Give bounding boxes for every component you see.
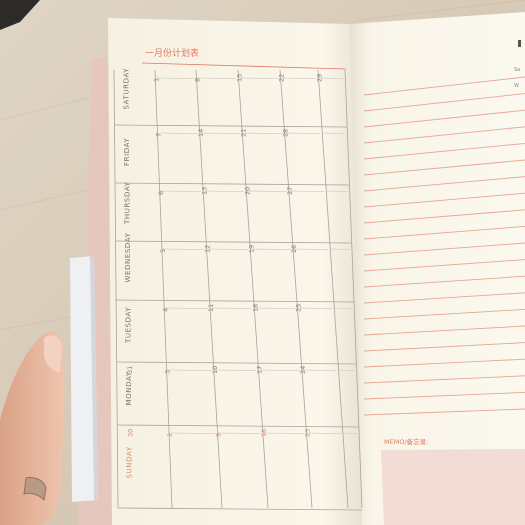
weekday-label: WEDNESDAY (124, 232, 132, 282)
weekday-label: TUESDAY (124, 307, 132, 344)
date-number: 20 (243, 187, 251, 195)
date-number: 17 (256, 366, 264, 374)
date-number: 18 (251, 304, 259, 312)
date-number: 15 (236, 74, 244, 82)
date-number: 5 (159, 249, 167, 253)
weekday-label: SATURDAY (122, 68, 130, 110)
date-number: 28 (282, 129, 290, 137)
date-number: 22 (278, 74, 286, 82)
date-number: 29 (316, 74, 324, 82)
edge-text-1: Sa (514, 67, 520, 73)
date-number: 21 (239, 129, 247, 137)
date-number: 31 (126, 366, 134, 374)
date-number: 2 (166, 433, 174, 437)
date-number: 25 (295, 304, 303, 312)
date-number: 10 (211, 366, 219, 374)
date-number: 9 (215, 433, 223, 437)
date-number: 1 (152, 78, 160, 82)
memo-box (381, 449, 525, 525)
date-number: 16 (260, 429, 268, 437)
date-number: 24 (299, 366, 307, 374)
date-number: 27 (286, 187, 294, 195)
date-number: 11 (207, 304, 215, 312)
date-number: 13 (200, 187, 208, 195)
right-page (350, 12, 525, 525)
date-number: 26 (290, 245, 298, 253)
weekday-label: MONDAY (125, 371, 133, 405)
planner-title: 一月份计划表 (145, 47, 199, 59)
left-page (108, 18, 362, 525)
date-number: 23 (304, 429, 312, 437)
date-number: 14 (197, 129, 205, 137)
date-number: 4 (161, 308, 169, 312)
weekday-label: FRIDAY (123, 138, 131, 166)
page-corner-mark (518, 40, 521, 47)
notebook-photo: 一月份计划表 SATURDAY 1 8 15 22 29FRIDAY7 14 21 28THUR… (0, 0, 525, 525)
date-number: 19 (247, 245, 255, 253)
date-number: 30 (126, 429, 134, 437)
weekday-label: SUNDAY (126, 446, 134, 478)
date-number: 6 (157, 191, 165, 195)
date-number: 3 (164, 370, 172, 374)
date-number: 12 (204, 245, 212, 253)
edge-text-2: W (514, 83, 519, 89)
memo-label: MEMO/备忘录: (384, 437, 428, 446)
date-number: 8 (194, 78, 202, 82)
weekday-label: THURSDAY (123, 181, 131, 225)
date-number: 7 (155, 133, 163, 137)
